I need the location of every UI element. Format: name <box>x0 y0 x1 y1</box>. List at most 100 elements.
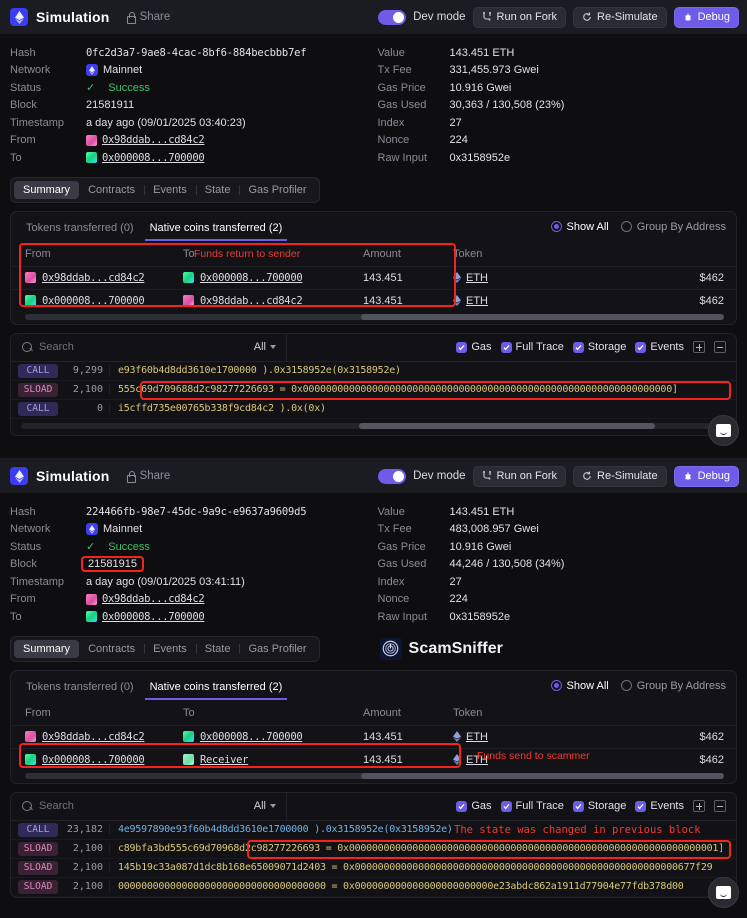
row-to-address[interactable]: 0x000008...700000 <box>200 731 303 743</box>
trace-row[interactable]: SLOAD 2,100 145b19c33a087d1dc8b168e65009… <box>11 859 736 878</box>
tab-events[interactable]: Events <box>144 640 196 658</box>
filter-dropdown[interactable]: All <box>254 800 286 812</box>
check-icon <box>500 800 512 812</box>
tab-contracts[interactable]: Contracts <box>79 181 144 199</box>
chat-widget-button[interactable] <box>708 877 739 908</box>
trace-row[interactable]: SLOAD 2,100 555c69d709688d2c98277226693 … <box>11 380 736 400</box>
avatar <box>25 754 36 765</box>
radio-dot-icon <box>620 680 632 691</box>
re-simulate-button[interactable]: Re-Simulate <box>573 6 667 28</box>
subtab-native-coins-transferred[interactable]: Native coins transferred (2) <box>145 219 288 241</box>
chevron-down-icon <box>270 345 276 349</box>
col-token: Token <box>453 247 483 260</box>
row-token[interactable]: ETH <box>466 272 488 284</box>
run-on-fork-label: Run on Fork <box>496 11 558 23</box>
filter-dropdown[interactable]: All <box>254 341 286 353</box>
tab-state[interactable]: State <box>195 640 240 658</box>
checkbox-full-trace[interactable]: Full Trace <box>500 341 564 353</box>
row-from-address[interactable]: 0x98ddab...cd84c2 <box>42 731 145 743</box>
horizontal-scrollbar[interactable] <box>25 772 724 779</box>
block-label: Block <box>10 99 37 112</box>
tab-events[interactable]: Events <box>144 181 196 199</box>
search-input[interactable]: Search <box>39 800 248 812</box>
mainnet-icon <box>86 64 98 77</box>
radio-group-by-address[interactable]: Group By Address <box>620 221 726 233</box>
trace-row[interactable]: CALL 0 i5cffd735e00765b338f9cd84c2 ).0x(… <box>11 400 736 419</box>
tab-gas-profiler[interactable]: Gas Profiler <box>239 181 315 199</box>
detail-row-to: To 0x000008...700000 <box>10 608 370 626</box>
collapse-all-icon[interactable] <box>714 341 726 353</box>
detail-row-timestamp: Timestamp a day ago (09/01/2025 03:40:23… <box>10 114 370 132</box>
debug-button[interactable]: Debug <box>673 6 739 28</box>
row-usd: $462 <box>563 288 736 312</box>
checkbox-events[interactable]: Events <box>635 341 684 353</box>
detail-row-from: From 0x98ddab...cd84c2 <box>10 132 370 150</box>
check-icon <box>500 341 512 353</box>
transfers-card-1: Tokens transferred (0) Native coins tran… <box>10 210 737 325</box>
run-on-fork-button[interactable]: Run on Fork <box>472 6 567 28</box>
tab-gas-profiler[interactable]: Gas Profiler <box>239 640 315 658</box>
row-token[interactable]: ETH <box>466 731 488 743</box>
checkbox-gas[interactable]: Gas <box>456 800 492 812</box>
trace-gas: 2,100 <box>64 862 110 873</box>
subtab-tokens-transferred[interactable]: Tokens transferred (0) <box>21 219 139 241</box>
radio-group-by-address[interactable]: Group By Address <box>620 680 726 692</box>
to-address-link[interactable]: 0x000008...700000 <box>102 611 205 623</box>
row-token[interactable]: ETH <box>466 295 488 307</box>
tx-fee-label: Tx Fee <box>377 64 412 77</box>
row-from-address[interactable]: 0x98ddab...cd84c2 <box>42 272 145 284</box>
tab-state[interactable]: State <box>195 181 240 199</box>
tab-contracts[interactable]: Contracts <box>79 640 144 658</box>
from-address-link[interactable]: 0x98ddab...cd84c2 <box>102 593 205 605</box>
row-from-address[interactable]: 0x000008...700000 <box>42 754 145 766</box>
debug-button[interactable]: Debug <box>673 465 739 487</box>
row-from-address[interactable]: 0x000008...700000 <box>42 295 145 307</box>
chat-widget-button[interactable] <box>708 415 739 446</box>
expand-all-icon[interactable] <box>693 800 705 812</box>
to-address-link[interactable]: 0x000008...700000 <box>102 152 205 164</box>
trace-row[interactable]: CALL 23,182 4e9597890e93f60b4d8dd3610e17… <box>11 821 736 840</box>
trace-horizontal-scrollbar[interactable] <box>21 422 726 429</box>
subtab-native-coins-transferred[interactable]: Native coins transferred (2) <box>145 678 288 700</box>
tab-summary[interactable]: Summary <box>14 180 80 199</box>
col-amount: Amount <box>363 247 401 260</box>
panel-2-tabs: Summary Contracts Events State Gas Profi… <box>0 632 747 662</box>
row-to-address[interactable]: Receiver <box>200 754 248 766</box>
status-label: Status <box>10 540 42 553</box>
trace-op-badge: CALL <box>18 822 58 837</box>
search-input[interactable]: Search <box>39 341 248 353</box>
avatar <box>183 754 194 765</box>
from-address-link[interactable]: 0x98ddab...cd84c2 <box>102 134 205 146</box>
radio-show-all[interactable]: Show All <box>550 680 609 692</box>
trace-row[interactable]: SLOAD 2,100 c89bfa3bd555c69d70968d2c9827… <box>11 839 736 859</box>
checkbox-storage[interactable]: Storage <box>572 341 626 353</box>
dev-mode-toggle[interactable] <box>378 468 407 484</box>
gas-price-label: Gas Price <box>377 81 426 94</box>
row-to-address[interactable]: 0x000008...700000 <box>200 272 303 284</box>
re-simulate-button[interactable]: Re-Simulate <box>573 465 667 487</box>
checkbox-events[interactable]: Events <box>635 800 684 812</box>
dev-mode-toggle[interactable] <box>378 9 407 25</box>
share-button[interactable]: Share <box>126 11 170 24</box>
expand-all-icon[interactable] <box>693 341 705 353</box>
share-button[interactable]: Share <box>126 470 170 483</box>
subtab-tokens-transferred[interactable]: Tokens transferred (0) <box>21 678 139 700</box>
tab-summary[interactable]: Summary <box>14 639 80 658</box>
trace-row[interactable]: CALL 9,299 e93f60b4d8dd3610e1700000 ).0x… <box>11 362 736 381</box>
trace-row[interactable]: SLOAD 2,100 0000000000000000000000000000… <box>11 878 736 897</box>
collapse-all-icon[interactable] <box>714 800 726 812</box>
horizontal-scrollbar[interactable] <box>25 313 724 320</box>
timestamp-label: Timestamp <box>10 575 64 588</box>
checkbox-storage[interactable]: Storage <box>572 800 626 812</box>
bug-icon <box>684 472 691 480</box>
checkbox-gas[interactable]: Gas <box>456 341 492 353</box>
index-label: Index <box>377 575 405 588</box>
transfers-subtabs-2: Tokens transferred (0) Native coins tran… <box>11 671 736 700</box>
checkbox-full-trace[interactable]: Full Trace <box>500 800 564 812</box>
row-to-address[interactable]: 0x98ddab...cd84c2 <box>200 295 303 307</box>
detail-row-index: Index 27 <box>378 573 738 591</box>
radio-show-all[interactable]: Show All <box>550 221 609 233</box>
bug-icon <box>684 13 691 21</box>
run-on-fork-button[interactable]: Run on Fork <box>472 465 567 487</box>
block-value-highlighted: 21581915 <box>81 556 144 573</box>
